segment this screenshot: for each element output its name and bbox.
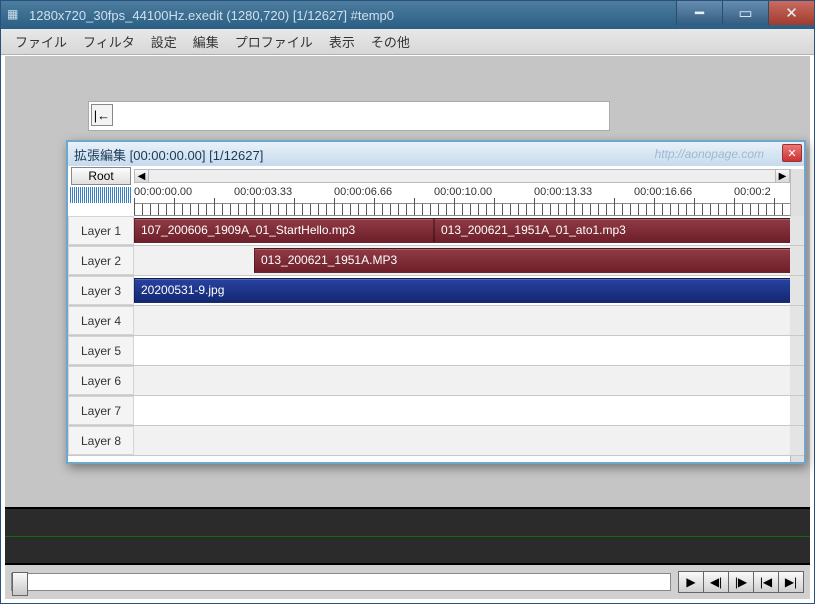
layer-label[interactable]: Layer 4	[68, 306, 134, 335]
main-titlebar[interactable]: ▦ 1280x720_30fps_44100Hz.exedit (1280,72…	[1, 1, 814, 29]
watermark: http://aonopage.com	[655, 147, 764, 161]
layer-label[interactable]: Layer 3	[68, 276, 134, 305]
layer-track[interactable]: 107_200606_1909A_01_StartHello.mp3013_20…	[134, 216, 804, 245]
clip[interactable]: 20200531-9.jpg	[134, 278, 794, 303]
menu-0[interactable]: ファイル	[7, 28, 75, 55]
transport-controls: ▶ ◀| |▶ |◀ ▶|	[5, 565, 810, 599]
layer-track[interactable]	[134, 336, 804, 365]
ruler-tick: 00:00:00.00	[134, 186, 192, 198]
scroll-left-icon[interactable]: ◀	[135, 170, 149, 182]
layer-label[interactable]: Layer 5	[68, 336, 134, 365]
exedit-close-button[interactable]: ✕	[782, 144, 802, 162]
root-button[interactable]: Root	[71, 167, 131, 185]
layer-row: Layer 320200531-9.jpg	[68, 276, 804, 306]
layer-label[interactable]: Layer 7	[68, 396, 134, 425]
ruler-tick: 00:00:13.33	[534, 186, 592, 198]
layer-label[interactable]: Layer 8	[68, 426, 134, 455]
preview-timeline	[5, 507, 810, 565]
scroll-right-icon[interactable]: ▶	[775, 170, 789, 182]
ruler-tick: 00:00:16.66	[634, 186, 692, 198]
menu-bar: ファイルフィルタ設定編集プロファイル表示その他	[1, 29, 814, 55]
layer-row: Layer 7	[68, 396, 804, 426]
menu-1[interactable]: フィルタ	[75, 28, 143, 55]
layer-track[interactable]	[134, 396, 804, 425]
jump-end-button[interactable]: ▶|	[778, 571, 804, 593]
ruler-tick: 00:00:06.66	[334, 186, 392, 198]
app-icon: ▦	[7, 7, 23, 23]
clip[interactable]: 013_200621_1951A_01_ato1.mp3	[434, 218, 794, 243]
layer-track[interactable]	[134, 366, 804, 395]
layers-area: Layer 1107_200606_1909A_01_StartHello.mp…	[68, 216, 804, 462]
time-ruler[interactable]: 00:00:00.00 00:00:03.33 00:00:06.66 00:00:1…	[134, 186, 790, 216]
jump-start-button[interactable]: |◀	[753, 571, 779, 593]
menu-4[interactable]: プロファイル	[227, 28, 321, 55]
layer-track[interactable]	[134, 306, 804, 335]
ruler-tick: 00:00:10.00	[434, 186, 492, 198]
menu-5[interactable]: 表示	[321, 28, 363, 55]
go-start-button[interactable]: |←	[91, 104, 113, 126]
layer-label[interactable]: Layer 2	[68, 246, 134, 275]
main-title: 1280x720_30fps_44100Hz.exedit (1280,720)…	[29, 8, 394, 23]
layer-label[interactable]: Layer 1	[68, 216, 134, 245]
layer-track[interactable]: 013_200621_1951A.MP3	[134, 246, 804, 275]
seek-slider[interactable]	[11, 573, 671, 591]
menu-3[interactable]: 編集	[185, 28, 227, 55]
ruler-tick: 00:00:2	[734, 186, 771, 198]
layer-row: Layer 4	[68, 306, 804, 336]
step-back-button[interactable]: ◀|	[703, 571, 729, 593]
close-button[interactable]: ✕	[768, 1, 814, 25]
play-button[interactable]: ▶	[678, 571, 704, 593]
maximize-button[interactable]: ▭	[722, 1, 768, 25]
layer-label[interactable]: Layer 6	[68, 366, 134, 395]
step-forward-button[interactable]: |▶	[728, 571, 754, 593]
zoom-indicator[interactable]	[70, 187, 132, 203]
menu-6[interactable]: その他	[363, 28, 418, 55]
minimize-button[interactable]: ━	[676, 1, 722, 25]
layer-row: Layer 6	[68, 366, 804, 396]
horizontal-scrollbar[interactable]: ◀ ▶	[134, 169, 790, 183]
clip[interactable]: 107_200606_1909A_01_StartHello.mp3	[134, 218, 434, 243]
layer-track[interactable]	[134, 426, 804, 455]
layer-row: Layer 5	[68, 336, 804, 366]
layer-track[interactable]: 20200531-9.jpg	[134, 276, 804, 305]
exedit-title: 拡張編集 [00:00:00.00] [1/12627]	[74, 145, 263, 164]
layer-row: Layer 8	[68, 426, 804, 456]
preview-canvas: |←	[88, 101, 610, 131]
clip[interactable]: 013_200621_1951A.MP3	[254, 248, 794, 273]
ruler-tick: 00:00:03.33	[234, 186, 292, 198]
layer-row: Layer 1107_200606_1909A_01_StartHello.mp…	[68, 216, 804, 246]
menu-2[interactable]: 設定	[143, 28, 185, 55]
layer-row: Layer 2 013_200621_1951A.MP3	[68, 246, 804, 276]
exedit-titlebar[interactable]: 拡張編集 [00:00:00.00] [1/12627] http://aono…	[68, 142, 804, 166]
exedit-panel: 拡張編集 [00:00:00.00] [1/12627] http://aono…	[66, 140, 806, 464]
